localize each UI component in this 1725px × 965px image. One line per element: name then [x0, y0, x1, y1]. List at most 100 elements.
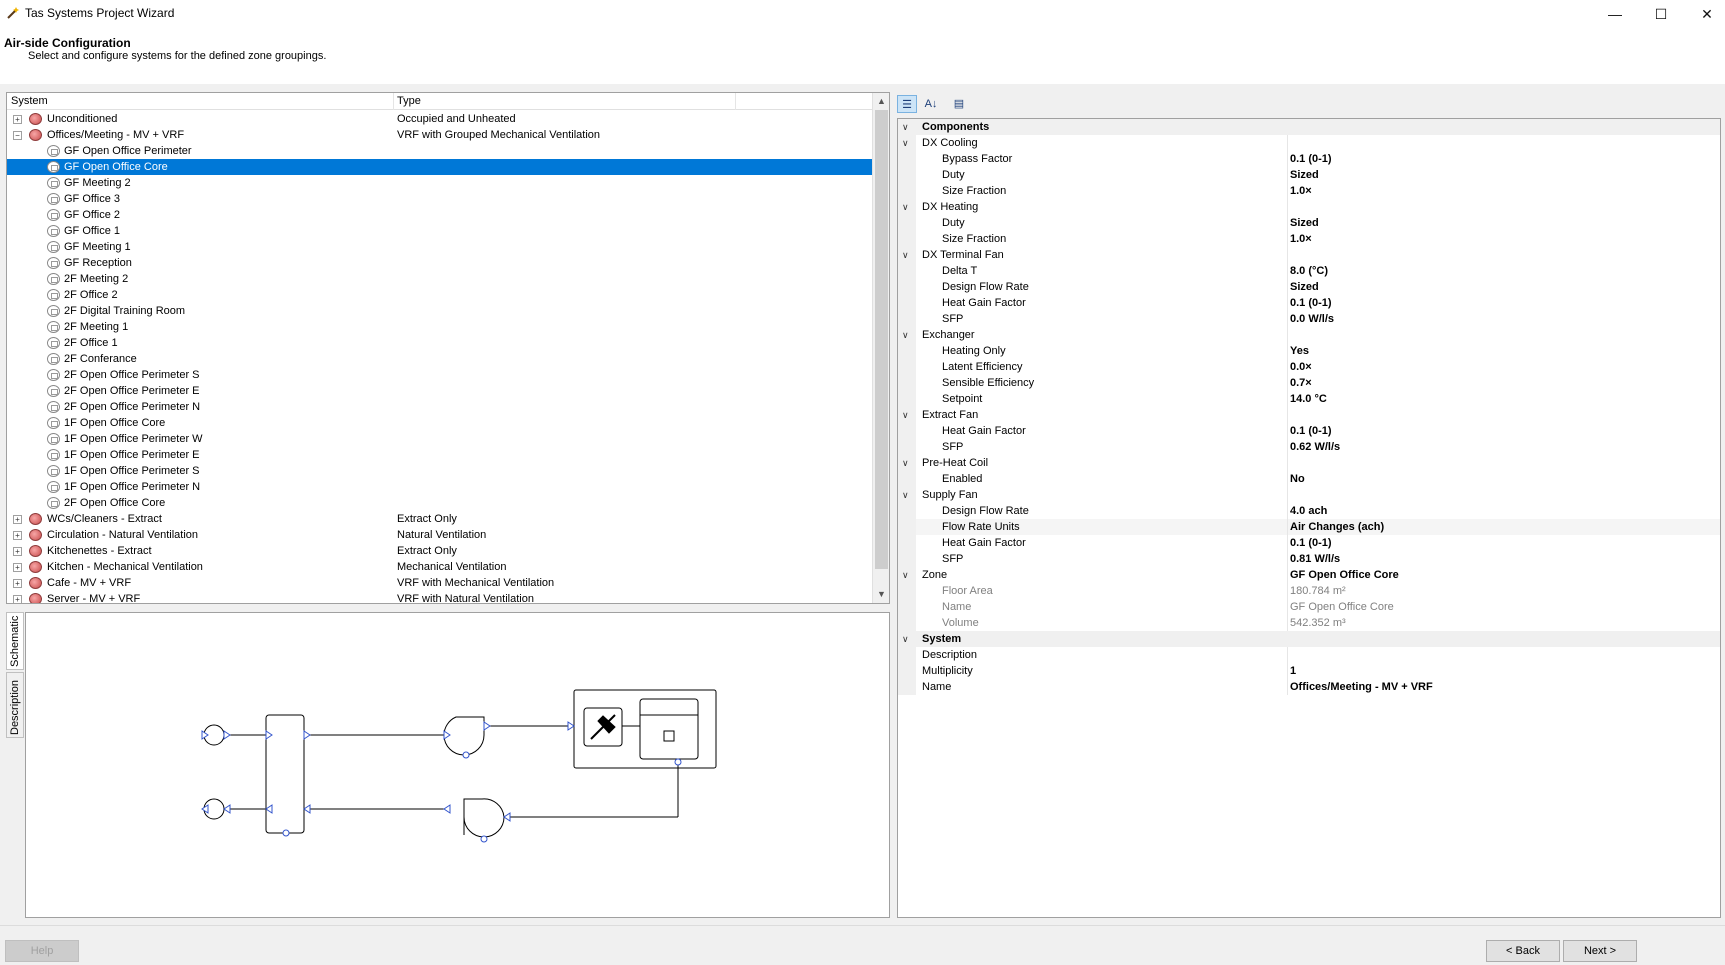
property-row[interactable]: Size Fraction 1.0× — [898, 231, 1720, 247]
tree-zone-row[interactable]: 2F Conferance — [7, 351, 873, 367]
property-row[interactable]: Enabled No — [898, 471, 1720, 487]
help-button[interactable]: Help — [5, 940, 79, 962]
property-row[interactable]: Name GF Open Office Core — [898, 599, 1720, 615]
tree-zone-row[interactable]: GF Open Office Perimeter — [7, 143, 873, 159]
property-value[interactable]: 0.0 W/l/s — [1290, 311, 1334, 327]
property-group[interactable]: ∨ Supply Fan — [898, 487, 1720, 503]
tree-zone-row[interactable]: 2F Office 1 — [7, 335, 873, 351]
tree-scrollbar[interactable]: ▲ ▼ — [872, 93, 889, 603]
chevron-down-icon[interactable]: ∨ — [902, 631, 909, 647]
chevron-down-icon[interactable]: ∨ — [902, 567, 909, 583]
property-group[interactable]: ∨ DX Cooling — [898, 135, 1720, 151]
property-row[interactable]: Bypass Factor 0.1 (0-1) — [898, 151, 1720, 167]
close-icon[interactable]: ✕ — [1684, 0, 1725, 28]
property-row[interactable]: Flow Rate Units Air Changes (ach) — [898, 519, 1720, 535]
property-value[interactable]: Offices/Meeting - MV + VRF — [1290, 679, 1433, 695]
expand-icon[interactable]: + — [13, 547, 22, 556]
tree-system-row[interactable]: + WCs/Cleaners - Extract Extract Only — [7, 511, 873, 527]
tree-zone-row[interactable]: 1F Open Office Perimeter W — [7, 431, 873, 447]
tree-zone-row[interactable]: GF Office 2 — [7, 207, 873, 223]
tree-system-row[interactable]: − Offices/Meeting - MV + VRF VRF with Grou… — [7, 127, 873, 143]
property-value[interactable]: 14.0 °C — [1290, 391, 1327, 407]
tree-system-row[interactable]: + Server - MV + VRF VRF with Natural Venti… — [7, 591, 873, 603]
property-value[interactable]: 1 — [1290, 663, 1296, 679]
property-value[interactable]: 0.7× — [1290, 375, 1312, 391]
expand-icon[interactable]: + — [13, 515, 22, 524]
chevron-down-icon[interactable]: ∨ — [902, 407, 909, 423]
property-row[interactable]: Setpoint 14.0 °C — [898, 391, 1720, 407]
property-pages-icon[interactable]: ▤ — [949, 95, 969, 113]
tree-zone-row[interactable]: 2F Open Office Perimeter E — [7, 383, 873, 399]
property-row[interactable]: Heat Gain Factor 0.1 (0-1) — [898, 423, 1720, 439]
tree-system-row[interactable]: + Kitchen - Mechanical Ventilation Mechani… — [7, 559, 873, 575]
tree-zone-row[interactable]: 2F Open Office Perimeter N — [7, 399, 873, 415]
expand-icon[interactable]: + — [13, 563, 22, 572]
collapse-icon[interactable]: − — [13, 131, 22, 140]
property-value[interactable]: 0.1 (0-1) — [1290, 535, 1332, 551]
property-value[interactable]: 0.62 W/l/s — [1290, 439, 1340, 455]
property-value[interactable]: GF Open Office Core — [1290, 567, 1399, 583]
property-row[interactable]: SFP 0.81 W/l/s — [898, 551, 1720, 567]
property-value[interactable]: Sized — [1290, 167, 1319, 183]
property-group[interactable]: ∨ Zone GF Open Office Core — [898, 567, 1720, 583]
tree-zone-row[interactable]: 2F Meeting 1 — [7, 319, 873, 335]
property-group[interactable]: Name Offices/Meeting - MV + VRF — [898, 679, 1720, 695]
property-category[interactable]: ∨ Components — [898, 119, 1720, 135]
chevron-down-icon[interactable]: ∨ — [902, 487, 909, 503]
property-value[interactable]: 0.1 (0-1) — [1290, 295, 1332, 311]
next-button[interactable]: Next > — [1563, 940, 1637, 962]
tree-zone-row[interactable]: 1F Open Office Perimeter E — [7, 447, 873, 463]
tree-zone-row[interactable]: GF Meeting 1 — [7, 239, 873, 255]
scroll-thumb[interactable] — [875, 110, 888, 569]
maximize-icon[interactable]: ☐ — [1638, 0, 1684, 28]
property-value[interactable]: 8.0 (°C) — [1290, 263, 1328, 279]
property-group[interactable]: ∨ Exchanger — [898, 327, 1720, 343]
property-row[interactable]: Heat Gain Factor 0.1 (0-1) — [898, 535, 1720, 551]
property-row[interactable]: Design Flow Rate 4.0 ach — [898, 503, 1720, 519]
tree-zone-row[interactable]: GF Office 1 — [7, 223, 873, 239]
property-group[interactable]: ∨ DX Heating — [898, 199, 1720, 215]
property-row[interactable]: SFP 0.62 W/l/s — [898, 439, 1720, 455]
categorized-view-icon[interactable]: ☰ — [897, 95, 917, 113]
tree-zone-row[interactable]: 1F Open Office Core — [7, 415, 873, 431]
tab-description[interactable]: Description — [6, 672, 24, 738]
property-value[interactable]: 0.1 (0-1) — [1290, 423, 1332, 439]
property-row[interactable]: Heat Gain Factor 0.1 (0-1) — [898, 295, 1720, 311]
chevron-down-icon[interactable]: ∨ — [902, 135, 909, 151]
tree-zone-row[interactable]: GF Meeting 2 — [7, 175, 873, 191]
column-header-type[interactable]: Type — [397, 95, 421, 107]
tree-zone-row[interactable]: GF Reception — [7, 255, 873, 271]
tree-zone-row[interactable]: 2F Digital Training Room — [7, 303, 873, 319]
tree-zone-row[interactable]: 2F Office 2 — [7, 287, 873, 303]
back-button[interactable]: < Back — [1486, 940, 1560, 962]
property-value[interactable]: 0.0× — [1290, 359, 1312, 375]
chevron-down-icon[interactable]: ∨ — [902, 455, 909, 471]
property-category[interactable]: ∨ System — [898, 631, 1720, 647]
property-value[interactable]: 0.1 (0-1) — [1290, 151, 1332, 167]
tree-zone-row[interactable]: 2F Open Office Perimeter S — [7, 367, 873, 383]
property-row[interactable]: Volume 542.352 m³ — [898, 615, 1720, 631]
property-value[interactable]: Sized — [1290, 279, 1319, 295]
expand-icon[interactable]: + — [13, 579, 22, 588]
tree-zone-row[interactable]: GF Open Office Core — [7, 159, 873, 175]
tree-system-row[interactable]: + Circulation - Natural Ventilation Natura… — [7, 527, 873, 543]
tab-schematic[interactable]: Schematic — [6, 612, 24, 670]
tree-system-row[interactable]: + Unconditioned Occupied and Unheated — [7, 111, 873, 127]
alphabetical-sort-icon[interactable]: A↓ — [921, 95, 941, 113]
property-row[interactable]: Duty Sized — [898, 215, 1720, 231]
schematic-canvas[interactable] — [25, 612, 890, 918]
property-group[interactable]: ∨ Extract Fan — [898, 407, 1720, 423]
tree-zone-row[interactable]: GF Office 3 — [7, 191, 873, 207]
property-value[interactable]: 1.0× — [1290, 231, 1312, 247]
chevron-down-icon[interactable]: ∨ — [902, 199, 909, 215]
property-row[interactable]: Sensible Efficiency 0.7× — [898, 375, 1720, 391]
property-value[interactable]: Yes — [1290, 343, 1309, 359]
expand-icon[interactable]: + — [13, 115, 22, 124]
tree-system-row[interactable]: + Cafe - MV + VRF VRF with Mechanical Vent… — [7, 575, 873, 591]
minimize-icon[interactable]: — — [1592, 0, 1638, 28]
scroll-down-icon[interactable]: ▼ — [873, 586, 889, 603]
column-header-system[interactable]: System — [11, 95, 48, 107]
chevron-down-icon[interactable]: ∨ — [902, 327, 909, 343]
property-row[interactable]: Heating Only Yes — [898, 343, 1720, 359]
property-grid[interactable]: ∨ Components ∨ DX Cooling Bypass Factor 0.1 (… — [897, 118, 1721, 918]
